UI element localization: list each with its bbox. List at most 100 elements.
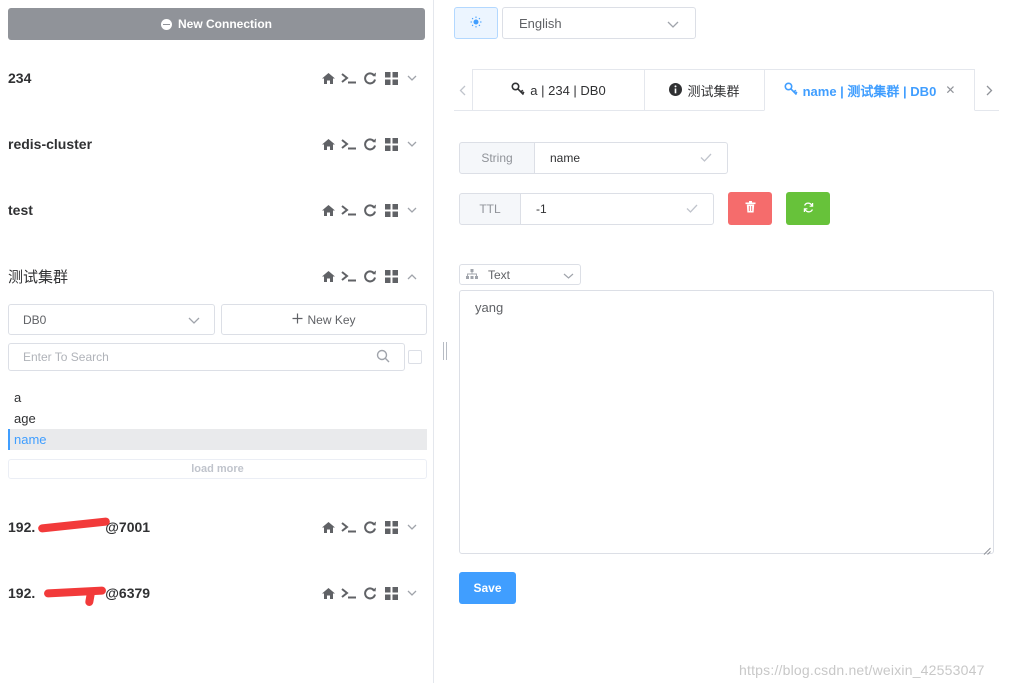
connection-name: 测试集群 (8, 268, 69, 286)
chevron-down-icon[interactable] (404, 585, 420, 601)
trash-icon (745, 201, 756, 216)
chevron-down-icon (563, 268, 574, 282)
value-text: yang (475, 300, 504, 315)
key-name-input[interactable]: name (534, 142, 728, 174)
grid-menu-icon[interactable] (383, 202, 399, 218)
refresh-icon[interactable] (362, 202, 378, 218)
search-icon[interactable] (376, 349, 390, 366)
connection-item-test[interactable]: test (8, 198, 425, 222)
connection-item-redis-cluster[interactable]: redis-cluster (8, 132, 425, 156)
tab-scroll-right-icon[interactable] (981, 81, 997, 99)
grid-menu-icon[interactable] (383, 268, 399, 284)
chevron-down-icon (188, 313, 200, 327)
value-textarea[interactable]: yang (459, 290, 994, 555)
panel-divider (433, 0, 434, 683)
theme-toggle-button[interactable] (454, 7, 498, 39)
connection-name: redis-cluster (8, 136, 93, 152)
key-search-input[interactable]: Enter To Search (8, 343, 405, 371)
key-name: name (14, 432, 47, 447)
sun-icon (470, 16, 482, 31)
terminal-icon[interactable] (341, 268, 357, 284)
ttl-label: TTL (459, 193, 521, 225)
connection-name: 234 (8, 70, 32, 86)
connection-name: test (8, 202, 33, 218)
connections-sidebar: New Connection 234 redis-cluster test 测试… (0, 0, 434, 690)
tab-label: a | 234 | DB0 (530, 83, 606, 98)
view-format-select[interactable]: Text (459, 264, 581, 285)
home-icon[interactable] (320, 585, 336, 601)
watermark: https://blog.csdn.net/weixin_42553047 (739, 662, 985, 678)
delete-key-button[interactable] (728, 192, 772, 225)
search-exact-checkbox[interactable] (408, 350, 422, 364)
refresh-icon[interactable] (362, 519, 378, 535)
connection-item-test-cluster[interactable]: 测试集群 (8, 264, 425, 288)
view-format-value: Text (488, 267, 511, 282)
refresh-icon[interactable] (362, 70, 378, 86)
key-type-label: String (459, 142, 535, 174)
db-select[interactable]: DB0 (8, 304, 215, 335)
key-list-item[interactable]: age (8, 408, 427, 429)
new-key-label: New Key (307, 312, 356, 327)
load-more-button[interactable]: load more (8, 459, 427, 479)
refresh-key-button[interactable] (786, 192, 830, 225)
key-name: a (14, 390, 22, 405)
key-icon (511, 82, 525, 99)
refresh-icon[interactable] (362, 585, 378, 601)
minus-circle-icon (160, 18, 172, 30)
chevron-down-icon[interactable] (404, 70, 420, 86)
chevron-down-icon[interactable] (404, 202, 420, 218)
grid-menu-icon[interactable] (383, 585, 399, 601)
new-connection-label: New Connection (177, 17, 272, 31)
chevron-down-icon[interactable] (404, 519, 420, 535)
plus-icon (292, 313, 303, 327)
close-icon[interactable]: ✕ (945, 83, 955, 97)
key-name-value: name (550, 151, 581, 165)
home-icon[interactable] (320, 202, 336, 218)
terminal-icon[interactable] (341, 202, 357, 218)
tab-scroll-left-icon[interactable] (454, 81, 470, 99)
tab-connection-info[interactable]: 测试集群 (644, 69, 764, 111)
resize-grip-icon[interactable] (983, 543, 991, 555)
terminal-icon[interactable] (341, 585, 357, 601)
ttl-input[interactable]: -1 (520, 193, 714, 225)
home-icon[interactable] (320, 268, 336, 284)
ttl-value: -1 (536, 202, 547, 216)
tab-label: 测试集群 (687, 84, 740, 99)
tab-key-name[interactable]: name | 测试集群 | DB0 ✕ (764, 69, 975, 111)
grid-menu-icon[interactable] (383, 519, 399, 535)
tab-key-a[interactable]: a | 234 | DB0 (472, 69, 644, 111)
new-connection-button[interactable]: New Connection (8, 8, 425, 40)
key-name: age (14, 411, 36, 426)
chevron-down-icon (667, 16, 679, 31)
terminal-icon[interactable] (341, 136, 357, 152)
language-value: English (519, 15, 562, 31)
search-placeholder: Enter To Search (23, 350, 109, 364)
tab-label: name | 测试集群 | DB0 (802, 83, 937, 99)
grid-menu-icon[interactable] (383, 136, 399, 152)
resize-handle[interactable] (443, 342, 447, 360)
terminal-icon[interactable] (341, 519, 357, 535)
chevron-down-icon[interactable] (404, 136, 420, 152)
key-list-item[interactable]: a (8, 387, 427, 408)
refresh-icon[interactable] (362, 136, 378, 152)
save-button[interactable]: Save (459, 572, 516, 604)
check-icon[interactable] (700, 151, 712, 165)
key-icon (784, 81, 798, 99)
grid-menu-icon[interactable] (383, 70, 399, 86)
connection-item-234[interactable]: 234 (8, 66, 425, 90)
chevron-up-icon[interactable] (404, 268, 420, 284)
tabs-bar: a | 234 | DB0 测试集群 name | 测试集群 | DB0 ✕ (454, 69, 999, 111)
info-icon (669, 82, 683, 99)
new-key-button[interactable]: New Key (221, 304, 427, 335)
home-icon[interactable] (320, 519, 336, 535)
sitemap-icon (466, 268, 478, 282)
refresh-icon[interactable] (362, 268, 378, 284)
check-icon[interactable] (686, 202, 698, 216)
refresh-icon (803, 201, 814, 216)
home-icon[interactable] (320, 136, 336, 152)
key-list-item-active[interactable]: name (8, 429, 427, 450)
db-select-value: DB0 (23, 312, 47, 327)
language-select[interactable]: English (502, 7, 696, 39)
terminal-icon[interactable] (341, 70, 357, 86)
home-icon[interactable] (320, 70, 336, 86)
